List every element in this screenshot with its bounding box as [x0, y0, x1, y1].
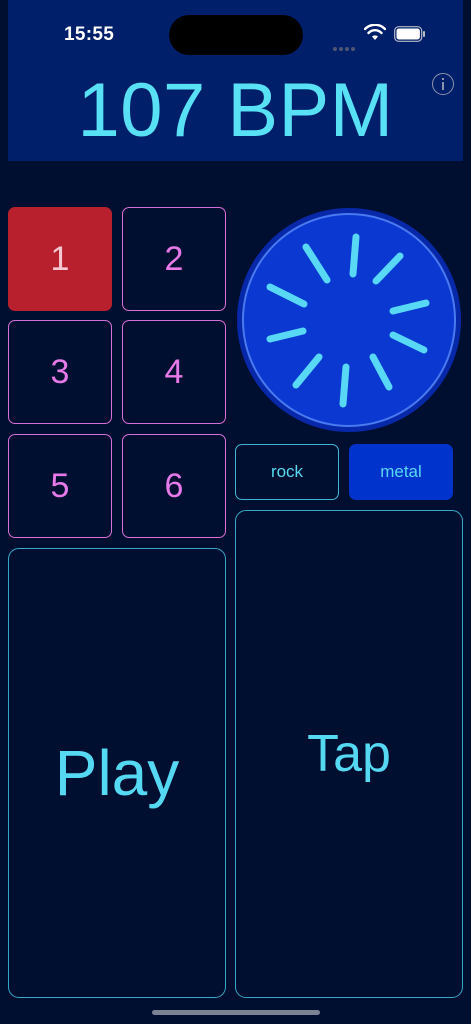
- battery-icon: [394, 26, 425, 42]
- play-button[interactable]: Play: [8, 548, 226, 998]
- tap-button[interactable]: Tap: [235, 510, 463, 998]
- pad-5[interactable]: 5: [8, 434, 112, 538]
- style-rock-button[interactable]: rock: [235, 444, 339, 500]
- wifi-icon: [364, 24, 386, 40]
- pad-4[interactable]: 4: [122, 320, 226, 424]
- pad-3[interactable]: 3: [8, 320, 112, 424]
- tempo-dial[interactable]: [236, 207, 462, 433]
- status-bar: 15:55: [0, 0, 471, 62]
- cellular-signal-icon: [333, 38, 357, 56]
- pad-1[interactable]: 1: [8, 207, 112, 311]
- pad-2[interactable]: 2: [122, 207, 226, 311]
- home-indicator[interactable]: [152, 1010, 320, 1015]
- style-metal-button[interactable]: metal: [349, 444, 453, 500]
- info-icon[interactable]: [432, 73, 454, 95]
- bpm-display[interactable]: 107 BPM: [0, 66, 471, 156]
- pad-6[interactable]: 6: [122, 434, 226, 538]
- dynamic-island: [169, 15, 303, 55]
- status-time: 15:55: [64, 24, 115, 45]
